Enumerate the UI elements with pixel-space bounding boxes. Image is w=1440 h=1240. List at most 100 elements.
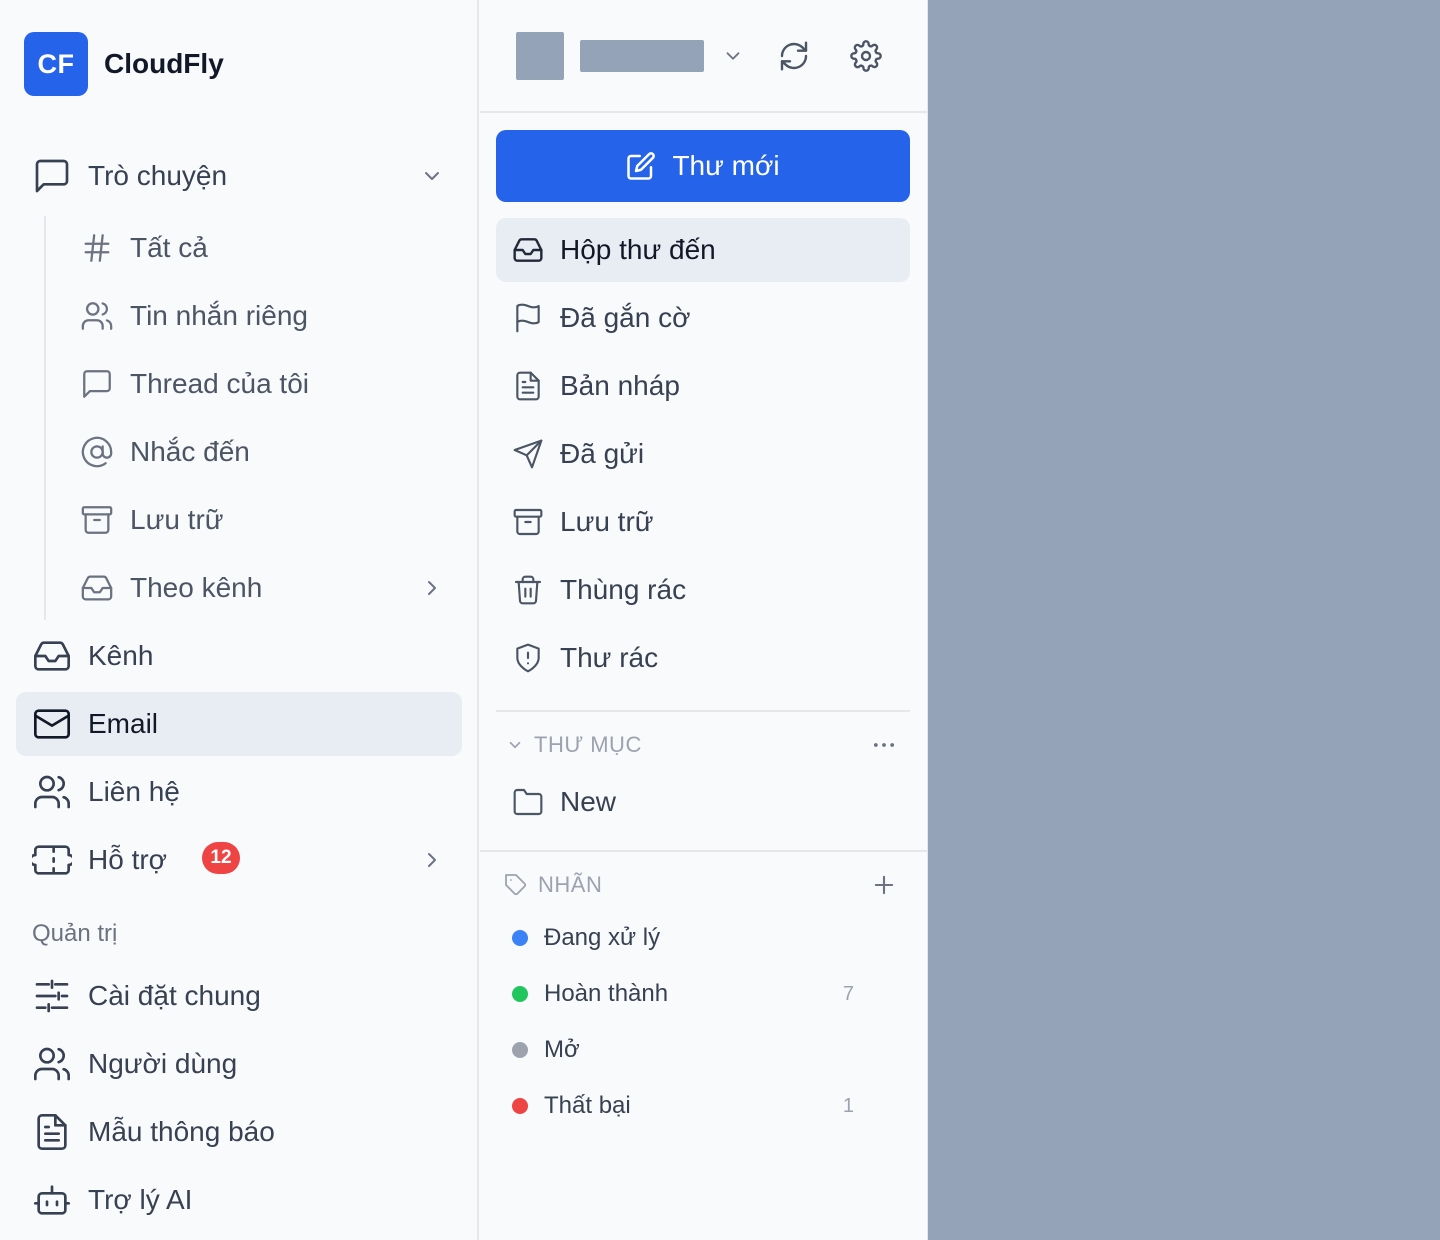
users-icon (34, 775, 70, 809)
folder-label: Bản nháp (560, 370, 680, 401)
folder-label: Thùng rác (560, 574, 687, 605)
sidebar-item-label: Mẫu thông báo (88, 1116, 275, 1147)
inbox-icon (34, 641, 70, 671)
label-color-dot (512, 930, 528, 946)
archive-icon (513, 508, 543, 536)
label-color-dot (512, 1042, 528, 1058)
label-count: 7 (842, 982, 854, 1005)
sidebar-item-users[interactable]: Người dùng (16, 1032, 462, 1096)
sidebar-item-notification-templates[interactable]: Mẫu thông báo (16, 1100, 462, 1164)
users-icon (81, 302, 113, 330)
sidebar-item-channels[interactable]: Kênh (16, 624, 462, 688)
folder-inbox[interactable]: Hộp thư đến (496, 218, 910, 282)
directory-section-title: THƯ MỤC (534, 732, 642, 757)
chat-item-label: Tin nhắn riêng (130, 300, 308, 331)
chevron-down-icon[interactable] (420, 164, 444, 188)
label-item-done[interactable]: Hoàn thành 7 (496, 970, 910, 1018)
message-square-icon (35, 159, 69, 193)
label-name: Mở (544, 1036, 580, 1063)
mail-header (480, 0, 928, 113)
divider (496, 710, 910, 712)
archive-icon (81, 506, 113, 534)
compose-button[interactable]: Thư mới (496, 130, 910, 202)
sliders-icon (35, 979, 69, 1013)
chat-item-by-channel[interactable]: Theo kênh (64, 556, 462, 620)
mail-folder-panel: Thư mới Hộp thư đến Đã gắn cờ Bản nháp Đ… (480, 0, 928, 1240)
directory-new[interactable]: New (496, 770, 910, 834)
trash-icon (514, 575, 542, 605)
plus-icon[interactable] (870, 871, 898, 899)
folder-archive[interactable]: Lưu trữ (496, 490, 910, 554)
chat-item-label: Tất cả (130, 232, 208, 263)
message-square-icon (83, 370, 111, 398)
compose-label: Thư mới (672, 150, 780, 181)
label-item-failed[interactable]: Thất bại 1 (496, 1082, 910, 1130)
divider (480, 850, 928, 852)
sidebar-item-contacts[interactable]: Liên hệ (16, 760, 462, 824)
flag-icon (516, 303, 540, 333)
chevron-right-icon[interactable] (420, 576, 444, 600)
folder-icon (513, 788, 543, 816)
chat-item-label: Thread của tôi (130, 368, 309, 399)
bot-icon (34, 1185, 70, 1215)
account-name-placeholder[interactable] (580, 40, 704, 72)
label-color-dot (512, 1098, 528, 1114)
chat-item-archive[interactable]: Lưu trữ (64, 488, 462, 552)
folder-flagged[interactable]: Đã gắn cờ (496, 286, 910, 350)
label-item-open[interactable]: Mở (496, 1026, 910, 1074)
account-avatar[interactable] (516, 32, 564, 80)
users-icon (34, 1047, 70, 1081)
sidebar-item-label: Cài đặt chung (88, 980, 261, 1011)
folder-sent[interactable]: Đã gửi (496, 422, 910, 486)
folder-label: Thư rác (560, 642, 659, 673)
content-placeholder-pane (928, 0, 1440, 1240)
chevron-right-icon[interactable] (420, 848, 444, 872)
sidebar-item-chat[interactable]: Trò chuyện (16, 144, 462, 208)
sidebar-item-label: Kênh (88, 640, 154, 671)
folder-spam[interactable]: Thư rác (496, 626, 910, 690)
chat-item-mentions[interactable]: Nhắc đến (64, 420, 462, 484)
file-text-icon (37, 1114, 67, 1150)
sidebar-item-ai-assistant[interactable]: Trợ lý AI (16, 1168, 462, 1232)
sidebar-item-support[interactable]: Hỗ trợ 12 (16, 828, 462, 892)
shield-alert-icon (516, 643, 540, 673)
label-item-processing[interactable]: Đang xử lý (496, 914, 910, 962)
sidebar-item-email[interactable]: Email (16, 692, 462, 756)
folder-label: Lưu trữ (560, 506, 654, 537)
chat-item-label: Lưu trữ (130, 504, 224, 535)
hash-icon (84, 234, 110, 262)
send-icon (513, 439, 543, 469)
folder-label: Đã gắn cờ (560, 302, 691, 333)
label-name: Thất bại (544, 1092, 631, 1119)
chevron-down-icon (509, 741, 521, 749)
folder-drafts[interactable]: Bản nháp (496, 354, 910, 418)
chat-item-all[interactable]: Tất cả (64, 216, 462, 280)
sidebar-item-label: Liên hệ (88, 776, 180, 807)
sidebar-item-general-settings[interactable]: Cài đặt chung (16, 964, 462, 1028)
sidebar-item-label: Người dùng (88, 1048, 238, 1079)
sidebar-item-label: Trợ lý AI (88, 1184, 193, 1215)
sidebar-item-label: Hỗ trợ (88, 844, 168, 875)
more-horizontal-icon[interactable] (870, 731, 898, 759)
mail-icon (34, 709, 70, 739)
brand[interactable]: CF CloudFly (24, 32, 224, 96)
inbox-icon (81, 575, 113, 601)
labels-section-title: NHÃN (538, 872, 603, 897)
notification-badge: 12 (202, 842, 240, 874)
inbox-icon (513, 238, 543, 262)
refresh-icon[interactable] (778, 40, 810, 72)
chat-item-private[interactable]: Tin nhắn riêng (64, 284, 462, 348)
gear-icon[interactable] (850, 40, 882, 72)
label-color-dot (512, 986, 528, 1002)
folder-trash[interactable]: Thùng rác (496, 558, 910, 622)
folder-label: Hộp thư đến (560, 234, 716, 265)
chat-item-label: Theo kênh (130, 572, 263, 603)
admin-section-title: Quản trị (32, 920, 118, 947)
ticket-icon (32, 845, 72, 875)
chat-item-my-threads[interactable]: Thread của tôi (64, 352, 462, 416)
label-name: Đang xử lý (544, 924, 661, 951)
directory-section-header[interactable]: THƯ MỤC (506, 732, 642, 758)
at-sign-icon (81, 436, 113, 468)
brand-logo: CF (24, 32, 88, 96)
chevron-down-icon[interactable] (722, 45, 744, 67)
